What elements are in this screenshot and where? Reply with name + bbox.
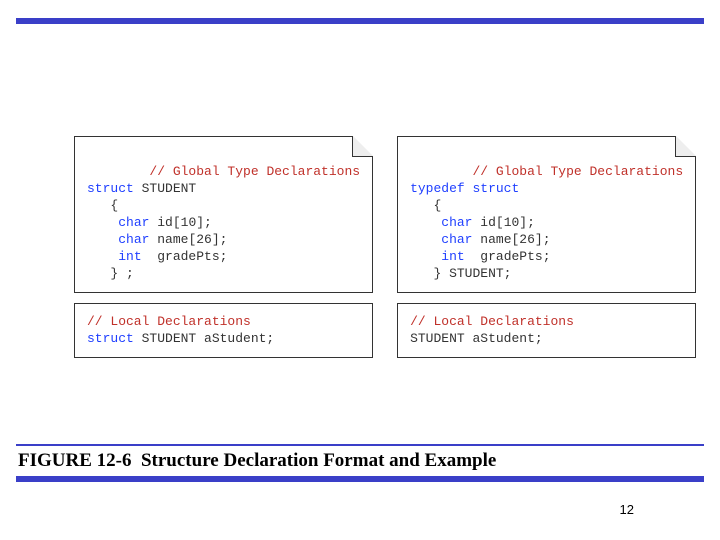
code-text: gradePts; <box>142 249 228 264</box>
code-text: } ; <box>87 266 134 281</box>
right-column: // Global Type Declarations typedef stru… <box>397 136 696 366</box>
code-text: STUDENT aStudent; <box>410 331 543 346</box>
comment-text: // Global Type Declarations <box>472 164 683 179</box>
slide: // Global Type Declarations struct STUDE… <box>0 0 720 540</box>
code-text <box>410 232 441 247</box>
keyword-text: int <box>441 249 464 264</box>
code-text: { <box>410 198 441 213</box>
top-rule <box>16 18 704 24</box>
code-text: name[26]; <box>473 232 551 247</box>
left-column: // Global Type Declarations struct STUDE… <box>74 136 373 366</box>
right-local-code-box: // Local Declarations STUDENT aStudent; <box>397 303 696 358</box>
code-text <box>410 249 441 264</box>
right-global-code-box: // Global Type Declarations typedef stru… <box>397 136 696 293</box>
code-text: STUDENT <box>134 181 196 196</box>
code-text: } STUDENT; <box>410 266 511 281</box>
code-text: name[26]; <box>149 232 227 247</box>
left-global-code-box: // Global Type Declarations struct STUDE… <box>74 136 373 293</box>
figure-area: // Global Type Declarations struct STUDE… <box>74 136 660 366</box>
code-text: gradePts; <box>465 249 551 264</box>
code-text <box>87 249 118 264</box>
code-text: { <box>87 198 118 213</box>
caption-bottom-rule <box>16 476 704 482</box>
keyword-text: struct <box>87 181 134 196</box>
code-text: id[10]; <box>149 215 211 230</box>
figure-label: FIGURE 12-6 <box>18 450 131 471</box>
comment-text: // Local Declarations <box>410 314 574 329</box>
caption-top-rule <box>16 444 704 446</box>
keyword-text: int <box>118 249 141 264</box>
code-text: id[10]; <box>473 215 535 230</box>
dog-ear-icon <box>352 136 373 157</box>
keyword-text: char <box>118 215 149 230</box>
keyword-text: char <box>118 232 149 247</box>
code-text <box>410 215 441 230</box>
keyword-text: typedef struct <box>410 181 519 196</box>
figure-caption: FIGURE 12-6 Structure Declaration Format… <box>18 448 496 474</box>
figure-title: Structure Declaration Format and Example <box>141 450 496 471</box>
keyword-text: struct <box>87 331 134 346</box>
comment-text: // Local Declarations <box>87 314 251 329</box>
page-number: 12 <box>620 502 634 517</box>
code-text: STUDENT aStudent; <box>134 331 274 346</box>
code-text <box>87 215 118 230</box>
left-local-code-box: // Local Declarations struct STUDENT aSt… <box>74 303 373 358</box>
dog-ear-icon <box>675 136 696 157</box>
keyword-text: char <box>441 232 472 247</box>
comment-text: // Global Type Declarations <box>149 164 360 179</box>
keyword-text: char <box>441 215 472 230</box>
code-text <box>87 232 118 247</box>
